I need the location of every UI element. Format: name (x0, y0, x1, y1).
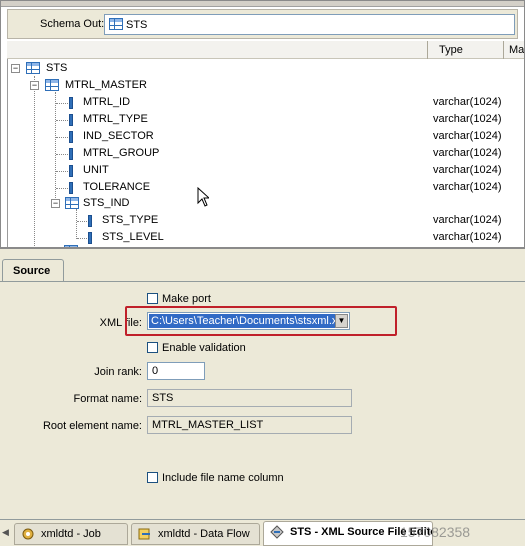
column-icon (69, 97, 73, 109)
dataflow-icon (138, 528, 150, 540)
tree-node-sts-ind[interactable]: − STS_IND (51, 196, 524, 212)
column-type: varchar(1024) (433, 181, 502, 193)
tree-node-label: STS (46, 62, 68, 74)
tree-node-mtrl-group[interactable]: MTRL_GROUP varchar(1024) (1, 146, 524, 162)
column-type: varchar(1024) (433, 214, 502, 226)
schema-tree: − STS − MTRL_MASTER MTRL_ID varchar(1024… (1, 59, 524, 247)
tree-node-label: STS_TYPE (102, 214, 159, 226)
tree-line (56, 188, 68, 189)
include-file-name-label: Include file name column (162, 472, 284, 484)
table-icon (109, 18, 123, 30)
root-element-label: Root element name: (42, 420, 142, 432)
column-icon (69, 131, 73, 143)
editor-tab-data-flow[interactable]: xmldtd - Data Flow (131, 523, 260, 545)
column-divider[interactable] (503, 41, 504, 59)
join-rank-label: Join rank: (94, 366, 142, 378)
tree-line (56, 120, 68, 121)
column-type: varchar(1024) (433, 113, 502, 125)
column-icon (69, 165, 73, 177)
tree-node-label: UNIT (83, 164, 109, 176)
job-icon (22, 528, 34, 540)
column-type: varchar(1024) (433, 147, 502, 159)
column-header: Type Map (7, 41, 524, 59)
collapse-icon[interactable]: − (51, 199, 60, 208)
tree-node-label: TOLERANCE (83, 181, 151, 193)
top-strip (1, 1, 524, 7)
tree-node-label: STS_IND (83, 197, 130, 209)
tree-node-sts-level[interactable]: STS_LEVEL varchar(1024) (1, 230, 524, 246)
include-file-name-checkbox[interactable] (147, 472, 158, 483)
column-icon (69, 114, 73, 126)
table-icon (65, 197, 79, 209)
properties-tab-strip: Source (0, 248, 525, 283)
column-divider[interactable] (427, 41, 428, 59)
scroll-left-icon[interactable]: ◀ (2, 527, 9, 538)
tree-node-sts-type[interactable]: STS_TYPE varchar(1024) (1, 213, 524, 229)
tree-node-label: MTRL_GROUP (83, 147, 160, 159)
join-rank-input[interactable]: 0 (147, 362, 205, 380)
tree-line (56, 171, 68, 172)
schema-pane: Schema Out: STS Type Map − STS − MTRL_MA… (0, 0, 525, 248)
column-type: varchar(1024) (433, 130, 502, 142)
make-port-label: Make port (162, 293, 211, 305)
tab-source[interactable]: Source (2, 259, 64, 283)
tree-node-unit[interactable]: UNIT varchar(1024) (1, 163, 524, 179)
tree-node-mtrl-id[interactable]: MTRL_ID varchar(1024) (1, 95, 524, 111)
schema-out-label: Schema Out: (40, 18, 105, 30)
enable-validation-checkbox[interactable] (147, 342, 158, 353)
schema-out-row: Schema Out: STS (7, 9, 518, 39)
mouse-cursor-icon (197, 187, 209, 207)
tree-node-tolerance[interactable]: TOLERANCE varchar(1024) (1, 180, 524, 196)
schema-out-value: STS (126, 19, 148, 31)
make-port-checkbox[interactable] (147, 293, 158, 304)
column-type: varchar(1024) (433, 96, 502, 108)
column-type: varchar(1024) (433, 231, 502, 243)
tree-line (77, 238, 87, 239)
table-icon (45, 79, 59, 91)
tree-node-mtrl-type[interactable]: MTRL_TYPE varchar(1024) (1, 112, 524, 128)
editor-tab-job[interactable]: xmldtd - Job (14, 523, 128, 545)
format-name-label: Format name: (73, 393, 142, 405)
table-icon (26, 62, 40, 74)
mapping-column-header[interactable]: Map (509, 44, 524, 56)
column-icon (69, 182, 73, 194)
collapse-icon[interactable]: − (30, 81, 39, 90)
tree-node-ind-sector[interactable]: IND_SECTOR varchar(1024) (1, 129, 524, 145)
tree-node-label: STS_LEVEL (102, 231, 164, 243)
editor-tab-label: xmldtd - Data Flow (158, 528, 250, 540)
tree-node-label: MTRL_ID (83, 96, 131, 108)
column-type: varchar(1024) (433, 164, 502, 176)
column-icon (69, 148, 73, 160)
format-name-field: STS (147, 389, 352, 407)
tree-node-mtrl-master[interactable]: − MTRL_MASTER (30, 78, 524, 94)
tree-line (56, 154, 68, 155)
tree-node-label: MTRL_MASTER (65, 79, 147, 91)
type-column-header[interactable]: Type (439, 44, 463, 56)
enable-validation-label: Enable validation (162, 342, 246, 354)
tree-node-label: IND_SECTOR (83, 130, 154, 142)
editor-tab-label: xmldtd - Job (41, 528, 101, 540)
tree-node-sts[interactable]: − STS (11, 61, 524, 77)
tree-node-label: MTRL_TYPE (83, 113, 148, 125)
tree-line (77, 221, 87, 222)
schema-out-field[interactable]: STS (104, 14, 515, 35)
annotation-highlight-box (125, 306, 397, 336)
column-icon (88, 215, 92, 227)
root-element-field: MTRL_MASTER_LIST (147, 416, 352, 434)
column-icon (88, 232, 92, 244)
tree-line (56, 137, 68, 138)
collapse-icon[interactable]: − (11, 64, 20, 73)
watermark: 157082358 (400, 524, 471, 540)
tree-line (56, 103, 68, 104)
xml-source-icon (270, 525, 284, 539)
